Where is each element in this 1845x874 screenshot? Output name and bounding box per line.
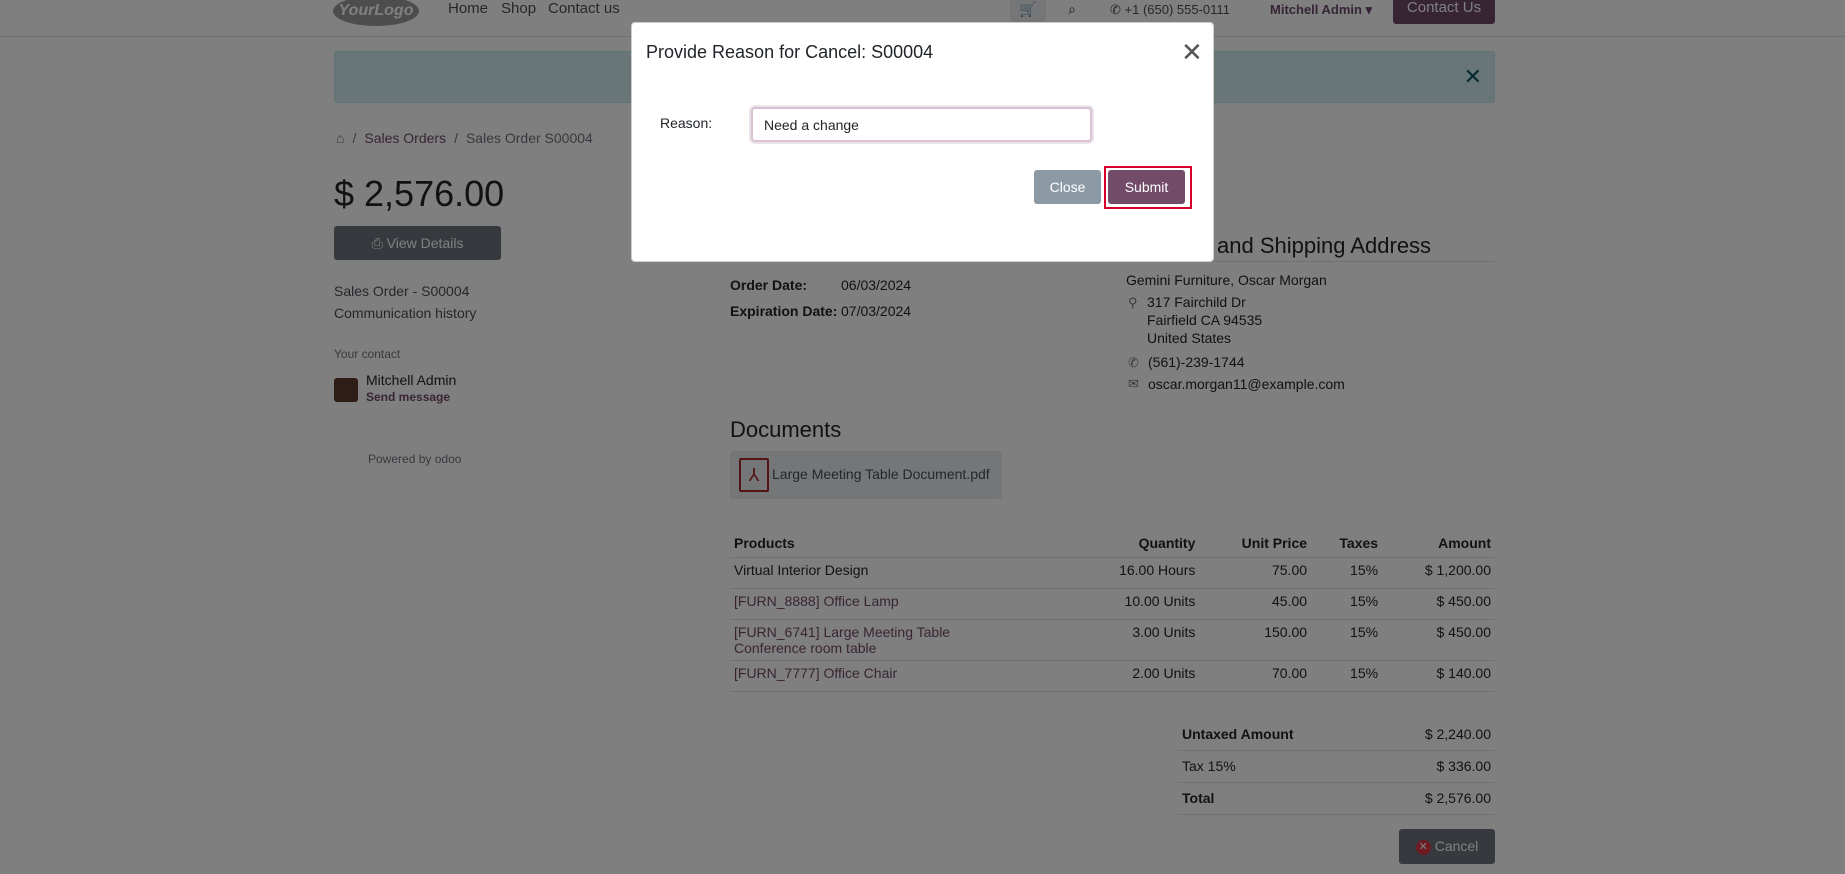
close-button[interactable]: Close (1034, 170, 1101, 204)
close-icon[interactable]: ✕ (1181, 39, 1203, 65)
modal-title: Provide Reason for Cancel: S00004 (646, 42, 934, 62)
cancel-reason-modal: Provide Reason for Cancel: S00004 ✕ Reas… (631, 22, 1214, 262)
reason-input[interactable] (751, 107, 1092, 142)
submit-button[interactable]: Submit (1108, 170, 1185, 204)
reason-label: Reason: (660, 115, 713, 131)
